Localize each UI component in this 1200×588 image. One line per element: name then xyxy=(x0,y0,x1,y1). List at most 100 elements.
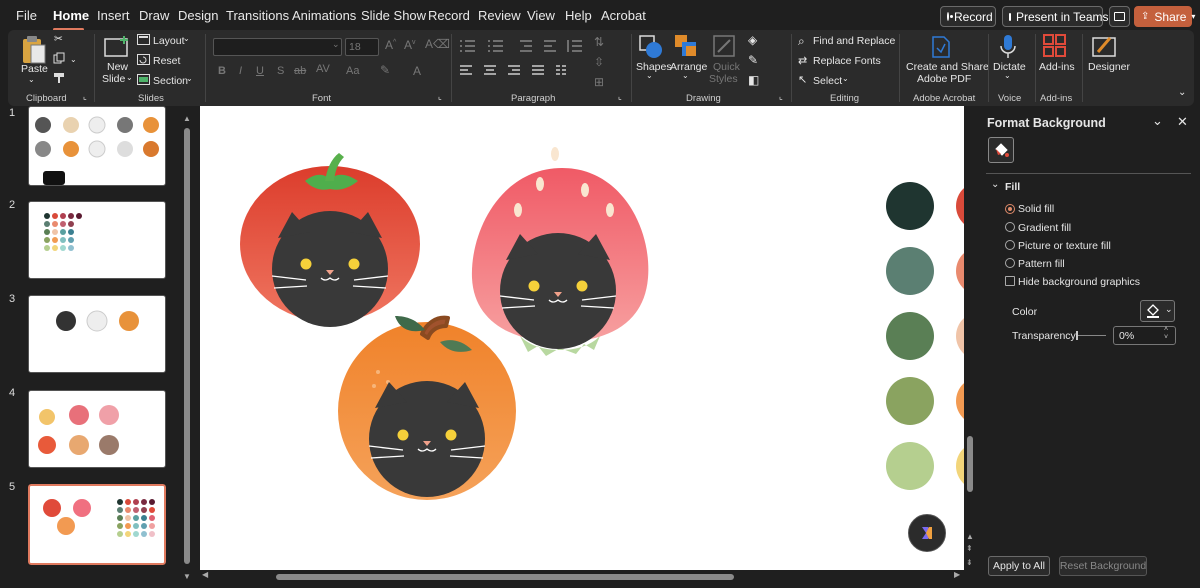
dialog-launcher-icon[interactable]: ⌞ xyxy=(779,92,783,101)
shape-outline-icon[interactable]: ✎ xyxy=(748,53,758,67)
section-icon[interactable] xyxy=(137,74,150,85)
collapse-ribbon-icon[interactable]: ⌄ xyxy=(1178,87,1186,98)
search-icon[interactable]: ⌕ xyxy=(798,34,805,49)
copilot-button[interactable] xyxy=(908,514,946,552)
reset-background-button[interactable]: Reset Background xyxy=(1059,556,1147,576)
paste-label[interactable]: Paste xyxy=(21,63,48,75)
comments-button[interactable] xyxy=(1109,6,1130,27)
slide-horizontal-scrollbar[interactable]: ◀ ▶ xyxy=(200,570,964,584)
scroll-right-icon[interactable]: ▶ xyxy=(954,570,960,579)
dialog-launcher-icon[interactable]: ⌞ xyxy=(438,92,442,101)
menu-transitions[interactable]: Transitions xyxy=(226,8,289,23)
menu-design[interactable]: Design xyxy=(178,8,218,23)
chevron-down-icon[interactable]: ⌄ xyxy=(28,75,35,84)
slide-canvas[interactable] xyxy=(200,106,964,570)
underline-icon[interactable]: U xyxy=(256,65,264,77)
slide-vertical-scrollbar[interactable] xyxy=(967,436,973,492)
radio-pattern-fill[interactable] xyxy=(1005,258,1015,268)
scroll-down-icon[interactable]: ▼ xyxy=(183,572,191,581)
palette-swatch[interactable] xyxy=(956,312,964,360)
microphone-icon[interactable] xyxy=(1000,34,1016,60)
quick-styles-label-2[interactable]: Styles xyxy=(709,73,738,85)
designer-label[interactable]: Designer xyxy=(1088,61,1130,73)
pattern-fill-label[interactable]: Pattern fill xyxy=(1018,258,1065,270)
previous-slide-icon[interactable]: ⇞ xyxy=(966,544,973,553)
radio-solid-fill[interactable] xyxy=(1005,204,1015,214)
radio-gradient-fill[interactable] xyxy=(1005,222,1015,232)
addins-label[interactable]: Add-ins xyxy=(1039,61,1075,73)
replace-fonts-label[interactable]: Replace Fonts xyxy=(813,55,881,67)
dialog-launcher-icon[interactable]: ⌞ xyxy=(618,92,622,101)
slide-thumbnail-5[interactable] xyxy=(27,483,167,566)
fill-tab[interactable] xyxy=(988,137,1014,163)
change-case-icon[interactable]: Aa xyxy=(346,65,359,77)
menu-animations[interactable]: Animations xyxy=(292,8,356,23)
reset-icon[interactable] xyxy=(137,54,150,65)
shapes-label[interactable]: Shapes xyxy=(636,61,672,73)
slide-thumbnail-2[interactable] xyxy=(28,201,166,279)
share-button[interactable]: ⇪ Share ▾ xyxy=(1134,6,1195,27)
scroll-up-icon[interactable]: ▲ xyxy=(183,114,191,123)
hide-graphics-checkbox[interactable] xyxy=(1005,276,1015,286)
next-slide-icon[interactable]: ⇟ xyxy=(966,558,973,567)
close-icon[interactable]: ✕ xyxy=(1177,114,1188,130)
menu-insert[interactable]: Insert xyxy=(97,8,130,23)
palette-swatch[interactable] xyxy=(886,377,934,425)
transparency-slider-track[interactable] xyxy=(1076,335,1106,336)
palette-swatch[interactable] xyxy=(956,377,964,425)
layout-icon[interactable] xyxy=(137,34,150,45)
font-name-input[interactable] xyxy=(213,38,342,56)
palette-swatch[interactable] xyxy=(886,247,934,295)
highlight-icon[interactable]: ✎ xyxy=(380,63,390,77)
color-picker-button[interactable]: ⌄ xyxy=(1140,300,1175,322)
font-color-icon[interactable]: A xyxy=(413,64,421,78)
shape-fill-icon[interactable]: ◈ xyxy=(748,33,757,47)
select-cursor-icon[interactable]: ↖ xyxy=(798,73,807,86)
chevron-down-icon[interactable]: ⌄ xyxy=(646,71,653,80)
chevron-down-icon[interactable]: ⌄ xyxy=(842,74,849,83)
spinner-icon[interactable]: ˄ ˅ xyxy=(1164,326,1168,342)
designer-icon[interactable] xyxy=(1092,34,1118,58)
palette-swatch[interactable] xyxy=(886,312,934,360)
present-in-teams-button[interactable]: Present in Teams xyxy=(1002,6,1109,27)
addins-icon[interactable] xyxy=(1043,34,1067,58)
chevron-down-icon[interactable]: ⌄ xyxy=(332,39,340,50)
new-slide-label-1[interactable]: New xyxy=(107,61,128,73)
chevron-down-icon[interactable]: ⌄ xyxy=(682,71,689,80)
new-slide-label-2[interactable]: Slide xyxy=(102,73,125,85)
transparency-input[interactable]: 0% ˄ ˅ xyxy=(1113,326,1176,345)
transparency-slider-thumb[interactable] xyxy=(1076,331,1078,340)
menu-slideshow[interactable]: Slide Show xyxy=(361,8,426,23)
replace-icon[interactable]: ⇄ xyxy=(798,54,807,67)
quick-styles-label-1[interactable]: Quick xyxy=(713,61,740,73)
smartart-icon[interactable]: ⊞ xyxy=(594,75,604,89)
slide-thumbnail-1[interactable] xyxy=(28,106,166,186)
palette-swatch[interactable] xyxy=(956,247,964,295)
select-label[interactable]: Select xyxy=(813,75,842,87)
menu-file[interactable]: File xyxy=(16,8,37,23)
menu-record[interactable]: Record xyxy=(428,8,470,23)
strikethrough-icon[interactable]: ab xyxy=(294,65,306,77)
fill-section-header[interactable]: Fill xyxy=(1005,181,1020,193)
quick-styles-icon[interactable] xyxy=(712,34,736,58)
slide-thumbnail-4[interactable] xyxy=(28,390,166,468)
new-slide-icon[interactable] xyxy=(104,35,130,59)
character-spacing-icon[interactable]: AV xyxy=(316,63,330,75)
bold-icon[interactable]: B xyxy=(218,65,226,77)
decrease-font-icon[interactable]: Av xyxy=(404,38,416,52)
horizontal-scroll-thumb[interactable] xyxy=(276,574,734,580)
menu-draw[interactable]: Draw xyxy=(139,8,169,23)
scroll-left-icon[interactable]: ◀ xyxy=(202,570,208,579)
chevron-down-icon[interactable]: ⌄ xyxy=(1152,113,1163,129)
solid-fill-label[interactable]: Solid fill xyxy=(1018,203,1054,215)
apply-to-all-button[interactable]: Apply to All xyxy=(988,556,1050,576)
italic-icon[interactable]: I xyxy=(239,65,242,77)
paste-icon[interactable] xyxy=(21,35,47,65)
create-share-label-2[interactable]: Adobe PDF xyxy=(917,73,971,85)
picture-fill-label[interactable]: Picture or texture fill xyxy=(1018,240,1111,252)
menu-help[interactable]: Help xyxy=(565,8,592,23)
chevron-down-icon[interactable]: ⌄ xyxy=(186,74,193,83)
shadow-icon[interactable]: S xyxy=(277,65,284,77)
gradient-fill-label[interactable]: Gradient fill xyxy=(1018,222,1071,234)
increase-font-icon[interactable]: A^ xyxy=(385,38,396,52)
